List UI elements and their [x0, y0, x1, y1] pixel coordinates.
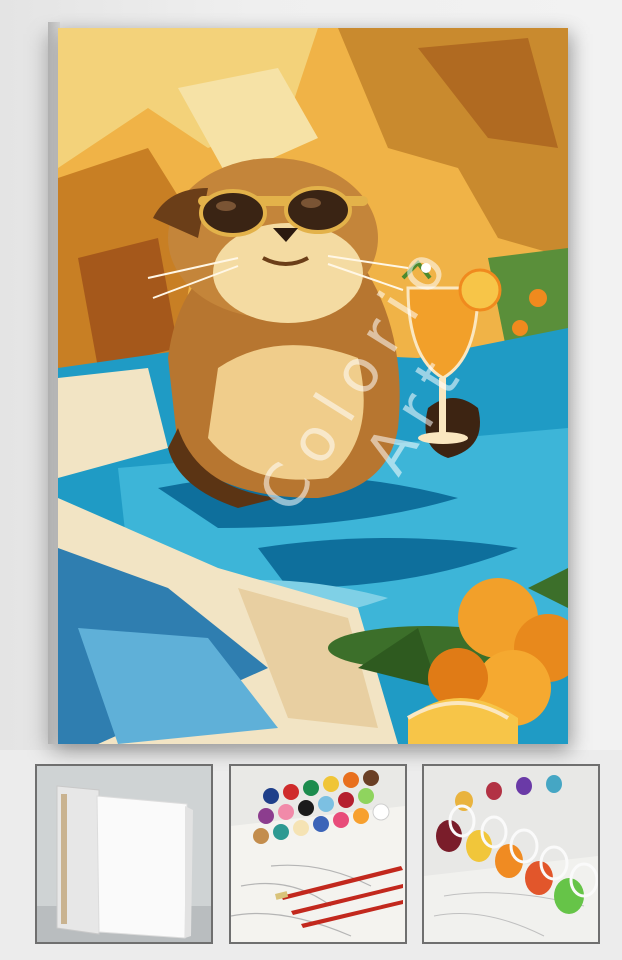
product-stage: Colorio Art: [0, 0, 622, 750]
thumbnail-blank-canvas[interactable]: [35, 764, 213, 944]
main-product-image[interactable]: Colorio Art: [58, 28, 568, 744]
blank-canvas-image: [37, 766, 211, 942]
thumbnail-open-pots[interactable]: [422, 764, 600, 944]
paints-brushes-image: [231, 766, 405, 942]
otter-painting: [58, 28, 568, 744]
thumbnail-strip: [0, 760, 622, 950]
thumbnail-paints-brushes[interactable]: [229, 764, 407, 944]
open-pots-image: [424, 766, 598, 942]
